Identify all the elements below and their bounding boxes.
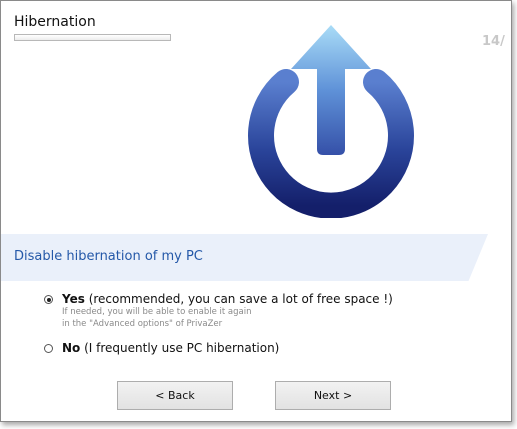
option-yes-radio[interactable] [44,295,53,304]
section-banner-text: Disable hibernation of my PC [14,249,203,264]
option-no[interactable]: No (I frequently use PC hibernation) [44,341,284,356]
option-yes-label: Yes [62,292,85,306]
back-button[interactable]: < Back [117,381,233,410]
next-button[interactable]: Next > [275,381,391,410]
page-title: Hibernation [14,14,96,30]
option-no-detail: (I frequently use PC hibernation) [80,341,280,355]
progress-bar [14,34,171,41]
page-number: 14/ [482,34,505,49]
option-yes-detail: (recommended, you can save a lot of free… [84,292,393,306]
option-no-label: No [62,341,81,355]
option-yes-hint-line1: If needed, you will be able to enable it… [62,307,252,317]
option-no-radio[interactable] [44,344,53,353]
option-yes-hint-line2: in the "Advanced options" of PrivaZer [62,319,223,329]
option-yes[interactable]: Yes (recommended, you can save a lot of … [44,292,393,307]
option-yes-text[interactable]: Yes (recommended, you can save a lot of … [62,292,393,306]
power-icon [248,25,414,218]
wizard-window: Hibernation 14/ Disable hibernation of m… [0,0,512,422]
option-no-text[interactable]: No (I frequently use PC hibernation) [62,341,279,355]
